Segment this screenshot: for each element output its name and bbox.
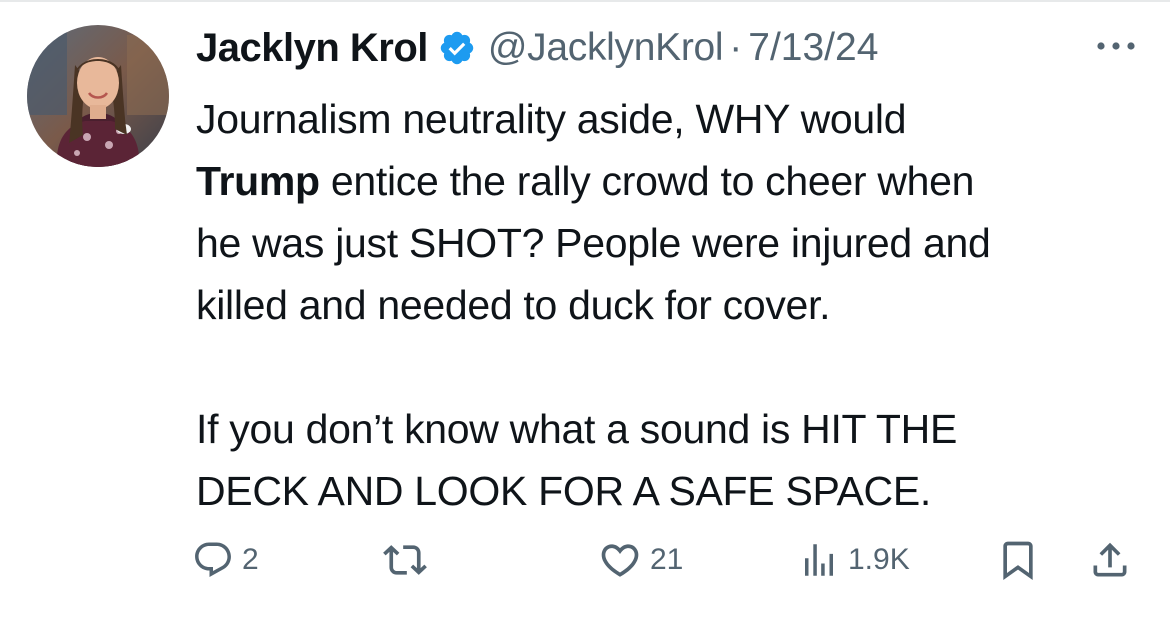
tweet-line: DECK AND LOOK FOR A SAFE SPACE. <box>196 468 931 514</box>
header-separator: · <box>729 26 743 69</box>
bookmark-button[interactable] <box>996 532 1040 588</box>
reply-icon <box>195 542 231 577</box>
tweet-line: Trump entice the rally crowd to cheer wh… <box>196 150 1156 212</box>
author-handle[interactable]: @JacklynKrol <box>488 26 724 70</box>
tweet-line-text: entice the rally crowd to cheer when <box>319 158 975 204</box>
more-options-icon[interactable] <box>1092 36 1140 56</box>
reply-button[interactable]: 2 <box>192 532 259 588</box>
reply-count: 2 <box>242 543 259 576</box>
mention-bold: Trump <box>196 158 320 204</box>
bookmark-icon <box>1003 541 1033 581</box>
verified-badge-icon <box>438 29 476 67</box>
views-count: 1.9K <box>848 543 910 576</box>
top-divider <box>0 0 1170 2</box>
repost-button[interactable] <box>383 532 427 588</box>
repost-icon <box>383 545 427 575</box>
author-avatar[interactable] <box>27 25 169 167</box>
share-icon <box>1093 542 1127 577</box>
tweet-line: Journalism neutrality aside, WHY would <box>196 96 907 142</box>
tweet-line: If you don’t know what a sound is HIT TH… <box>196 406 958 452</box>
views-icon <box>805 544 833 576</box>
tweet-date[interactable]: 7/13/24 <box>748 26 878 70</box>
action-bar: 2 21 1.9K <box>0 532 1170 588</box>
like-count: 21 <box>650 543 684 576</box>
heart-icon <box>601 544 639 577</box>
tweet-body: Journalism neutrality aside, WHY would T… <box>196 88 1156 522</box>
avatar-photo <box>27 25 169 167</box>
tweet-line: killed and needed to duck for cover. <box>196 282 831 328</box>
like-button[interactable]: 21 <box>598 532 683 588</box>
tweet-line: he was just SHOT? People were injured an… <box>196 220 991 266</box>
views-button[interactable]: 1.9K <box>798 532 910 588</box>
share-button[interactable] <box>1088 532 1132 588</box>
author-name[interactable]: Jacklyn Krol <box>196 26 428 71</box>
tweet-header: Jacklyn Krol @JacklynKrol · 7/13/24 <box>196 20 878 76</box>
